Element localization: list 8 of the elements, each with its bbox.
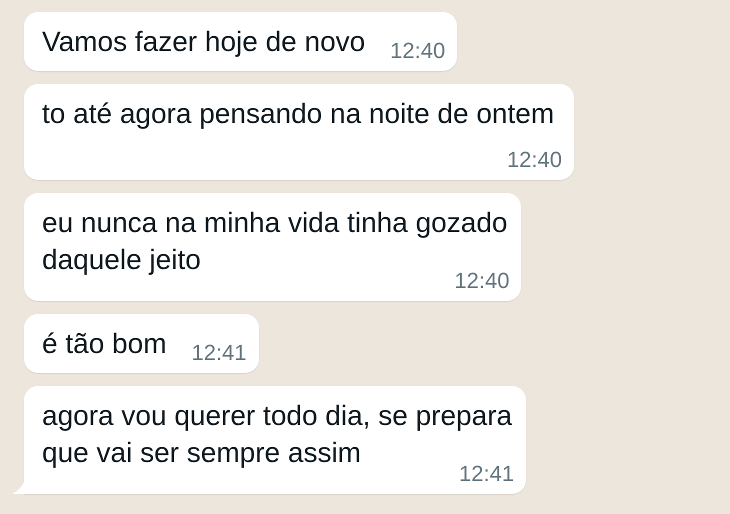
- message-time: 12:40: [454, 268, 510, 294]
- message-text: é tão bom: [42, 328, 167, 359]
- message-text: Vamos fazer hoje de novo: [42, 26, 366, 57]
- message-time: 12:41: [459, 461, 514, 487]
- message-time: 12:40: [390, 38, 446, 64]
- message-time: 12:41: [191, 340, 247, 366]
- message-time: 12:40: [506, 147, 562, 173]
- message-text: to até agora pensando na noite de ontem: [42, 98, 554, 129]
